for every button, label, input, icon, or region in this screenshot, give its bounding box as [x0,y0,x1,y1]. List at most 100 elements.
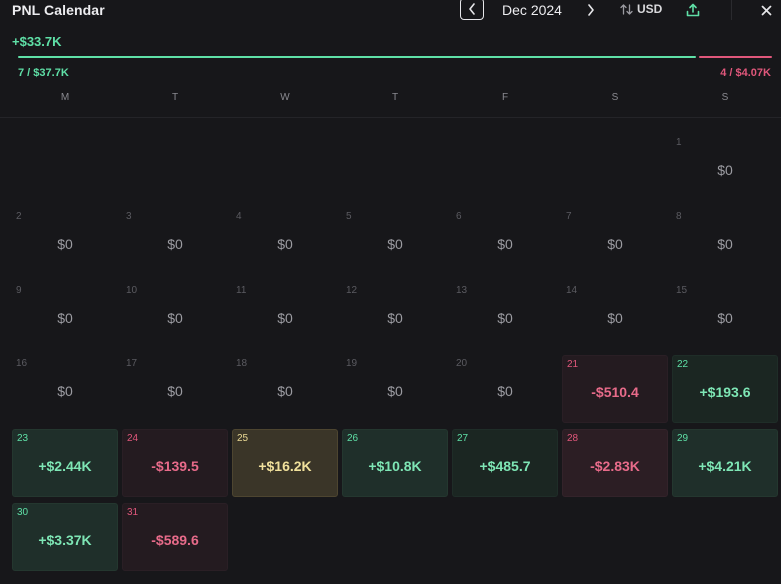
day-number: 13 [456,285,468,296]
day-pnl: $0 [57,236,73,252]
next-month-button[interactable] [583,1,599,19]
day-pnl: $0 [607,310,623,326]
day-cell[interactable]: 16 $0 [12,355,118,423]
day-cell[interactable]: 23 +$2.44K [12,429,118,497]
day-pnl: $0 [717,310,733,326]
currency-toggle[interactable]: USD [620,2,662,16]
day-number: 3 [126,211,132,222]
day-pnl: $0 [167,383,183,399]
day-cell[interactable]: 17 $0 [122,355,228,423]
loss-summary: 4 / $4.07K [720,67,771,79]
day-cell[interactable]: 28 -$2.83K [562,429,668,497]
day-number: 26 [347,433,359,444]
grid-divider [0,117,781,118]
day-cell[interactable]: 29 +$4.21K [672,429,778,497]
day-cell[interactable]: 10 $0 [122,282,228,350]
day-pnl: $0 [277,383,293,399]
day-pnl: $0 [387,310,403,326]
export-button[interactable] [684,1,702,19]
day-cell[interactable]: 20 $0 [452,355,558,423]
day-pnl: $0 [57,310,73,326]
day-pnl: +$10.8K [368,458,422,474]
day-cell[interactable]: 4 $0 [232,208,338,276]
chevron-left-icon [469,3,475,15]
day-cell[interactable]: 13 $0 [452,282,558,350]
day-pnl: $0 [277,310,293,326]
day-pnl: -$510.4 [591,384,639,400]
day-number: 30 [17,507,29,518]
day-cell[interactable]: 11 $0 [232,282,338,350]
day-pnl: $0 [607,236,623,252]
day-number: 5 [346,211,352,222]
day-cell[interactable]: 7 $0 [562,208,668,276]
day-cell[interactable]: 27 +$485.7 [452,429,558,497]
day-number: 8 [676,211,682,222]
day-cell[interactable]: 25 +$16.2K [232,429,338,497]
day-number: 15 [676,285,688,296]
day-number: 21 [567,359,579,370]
day-cell[interactable]: 15 $0 [672,282,778,350]
weekday-header: W [280,92,290,103]
day-cell[interactable]: 5 $0 [342,208,448,276]
day-cell[interactable]: 19 $0 [342,355,448,423]
day-number: 12 [346,285,358,296]
day-cell[interactable]: 26 +$10.8K [342,429,448,497]
day-number: 17 [126,358,138,369]
day-pnl: +$193.6 [699,384,751,400]
day-pnl: $0 [167,236,183,252]
day-cell[interactable]: 24 -$139.5 [122,429,228,497]
currency-label: USD [637,2,663,16]
weekday-header: S [721,92,729,103]
day-cell[interactable]: 3 $0 [122,208,228,276]
weekday-header: M [60,92,70,103]
calendar-header: PNL Calendar Dec 2024 USD [0,0,781,22]
day-cell[interactable]: 9 $0 [12,282,118,350]
day-pnl: -$139.5 [151,458,199,474]
upload-icon [686,3,700,17]
day-cell[interactable]: 18 $0 [232,355,338,423]
day-pnl: $0 [387,383,403,399]
day-number: 2 [16,211,22,222]
day-pnl: $0 [277,236,293,252]
day-pnl: $0 [57,383,73,399]
day-number: 22 [677,359,689,370]
day-cell[interactable]: 1 $0 [672,134,778,202]
day-pnl: $0 [717,162,733,178]
day-cell[interactable]: 8 $0 [672,208,778,276]
day-number: 18 [236,358,248,369]
day-cell[interactable]: 21 -$510.4 [562,355,668,423]
day-cell[interactable]: 2 $0 [12,208,118,276]
total-pnl: +$33.7K [12,34,62,49]
day-number: 14 [566,285,578,296]
prev-month-button[interactable] [460,0,484,20]
day-number: 25 [237,433,249,444]
day-cell[interactable]: 30 +$3.37K [12,503,118,571]
day-pnl: $0 [497,383,513,399]
weekday-header: S [611,92,619,103]
day-pnl: -$2.83K [590,458,640,474]
day-pnl: $0 [387,236,403,252]
day-pnl: +$2.44K [38,458,92,474]
day-pnl: +$16.2K [258,458,312,474]
win-bar [18,56,696,58]
day-number: 7 [566,211,572,222]
day-cell[interactable]: 14 $0 [562,282,668,350]
close-button[interactable] [757,1,775,19]
day-number: 6 [456,211,462,222]
day-number: 24 [127,433,139,444]
day-pnl: $0 [497,236,513,252]
day-number: 31 [127,507,139,518]
day-pnl: +$4.21K [698,458,752,474]
day-cell[interactable]: 12 $0 [342,282,448,350]
day-pnl: -$589.6 [151,532,199,548]
day-cell[interactable]: 6 $0 [452,208,558,276]
sort-arrows-icon [620,3,633,15]
day-cell[interactable]: 22 +$193.6 [672,355,778,423]
day-number: 10 [126,285,138,296]
day-number: 29 [677,433,689,444]
close-icon [761,5,771,15]
day-number: 4 [236,211,242,222]
chevron-right-icon [588,4,594,16]
day-cell[interactable]: 31 -$589.6 [122,503,228,571]
day-number: 23 [17,433,29,444]
